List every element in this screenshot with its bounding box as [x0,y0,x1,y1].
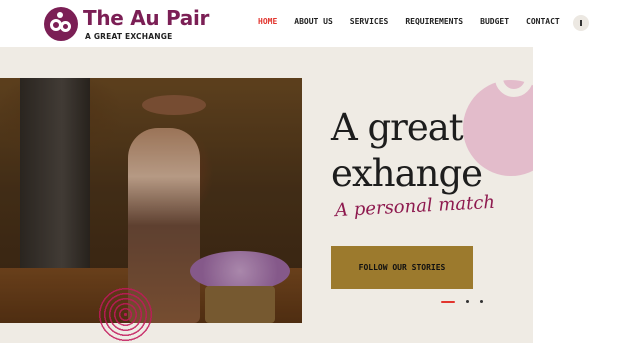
hero-photo [0,78,302,323]
decorative-pattern [98,287,153,342]
slide-dot-1[interactable] [441,300,455,303]
hero-title-line1: A great [331,106,464,149]
hero-title: A great exhange [331,105,483,197]
nav-item-services[interactable]: SERVICES [350,17,389,26]
decorative-ring [495,59,533,97]
hero-section: A great exhange A personal match FOLLOW … [0,47,533,343]
hero-title-line2: exhange [331,152,483,195]
brand-tagline: A GREAT EXCHANGE [85,32,173,41]
site-header: The Au Pair A GREAT EXCHANGE HOME ABOUT … [0,0,620,47]
brand-title[interactable]: The Au Pair [83,6,209,30]
slide-dot-2[interactable] [466,300,469,303]
nav-item-budget[interactable]: BUDGET [480,17,509,26]
info-toggle-icon[interactable] [573,15,589,31]
nav-item-contact[interactable]: CONTACT [526,17,560,26]
logo-icon[interactable] [44,7,78,41]
slider-dots [441,300,483,303]
nav-item-home[interactable]: HOME [258,17,277,26]
follow-our-stories-button[interactable]: FOLLOW OUR STORIES [331,246,473,289]
slide-dot-3[interactable] [480,300,483,303]
page-margin [533,47,620,343]
nav-item-requirements[interactable]: REQUIREMENTS [405,17,463,26]
main-nav: HOME ABOUT US SERVICES REQUIREMENTS BUDG… [258,17,577,26]
nav-item-about-us[interactable]: ABOUT US [294,17,333,26]
